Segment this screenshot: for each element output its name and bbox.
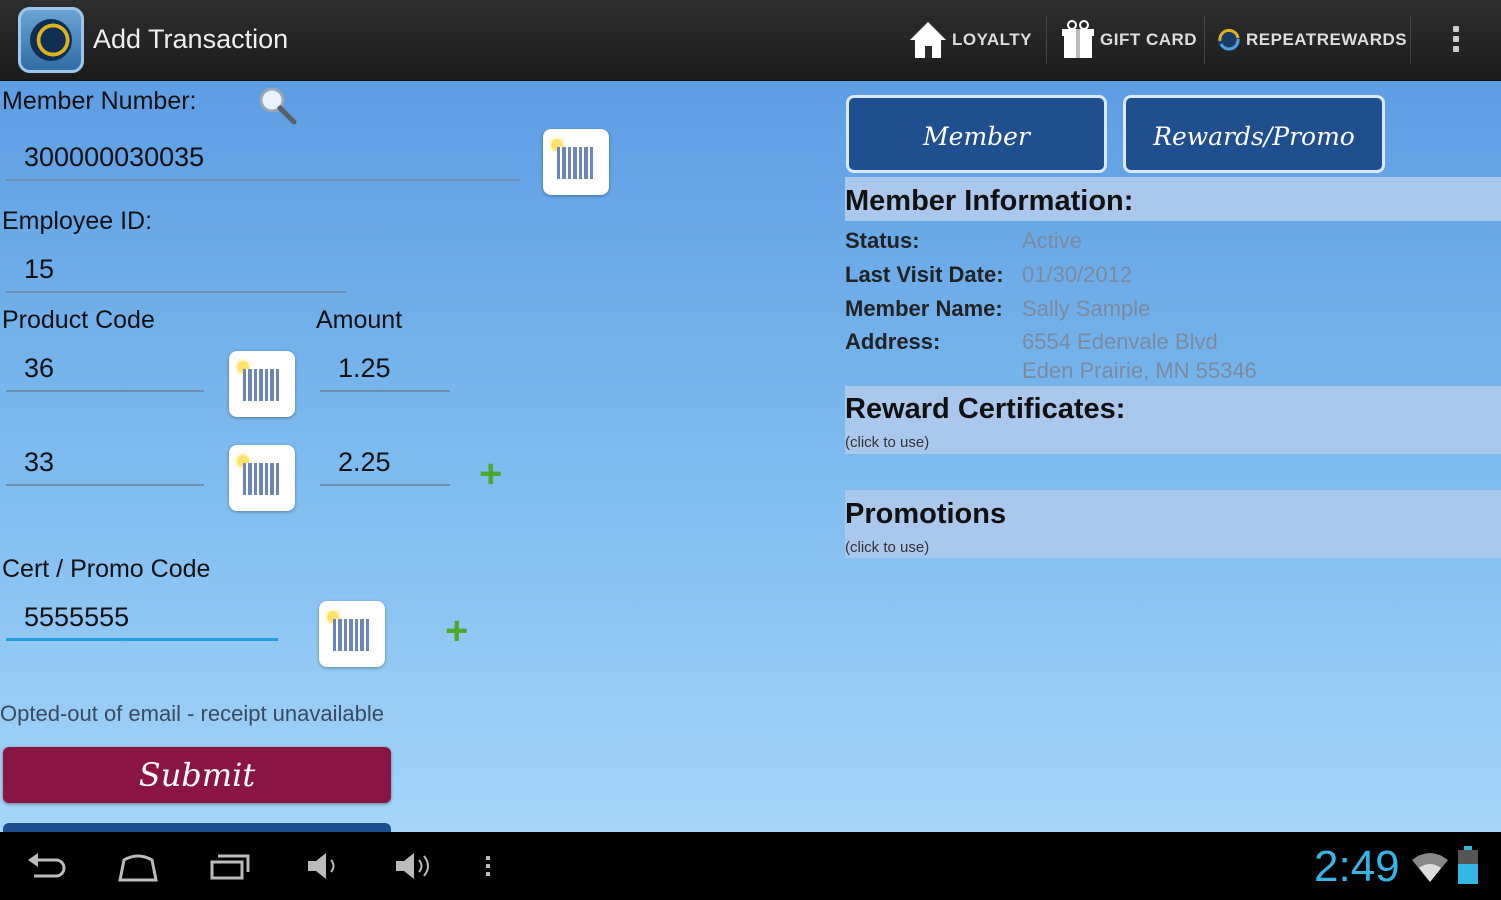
last-visit-value: 01/30/2012 [1022,262,1133,287]
gift-card-label: GIFT CARD [1100,30,1198,49]
home-nav-icon[interactable] [116,846,160,886]
add-product-line-icon[interactable]: + [479,454,502,494]
amount-input-2[interactable]: 2.25 [320,442,450,486]
product-code-label: Product Code [2,306,155,334]
product-code-input-2[interactable]: 33 [6,442,204,486]
tab-member[interactable]: Member [846,95,1107,173]
member-name-label: Member Name: [845,296,1003,321]
system-nav-bar: 2:49 [0,832,1501,900]
recent-apps-icon[interactable] [208,846,252,886]
email-optout-note: Opted-out of email - receipt unavailable [0,701,384,726]
member-name-value: Sally Sample [1022,296,1151,321]
promotions-title: Promotions [845,498,1007,530]
repeatrewards-button[interactable]: REPEATREWARDS [1216,20,1407,60]
amount-label: Amount [316,306,403,334]
wifi-icon [1412,853,1448,882]
product-code-input-1[interactable]: 36 [6,348,204,392]
cert-promo-code-label: Cert / Promo Code [2,555,211,583]
volume-up-icon[interactable] [392,846,436,886]
product-barcode-scan-button-2[interactable] [229,445,295,511]
amount-input-1[interactable]: 1.25 [320,348,450,392]
address-line-1: 6554 Edenvale Blvd [1022,329,1218,354]
overflow-menu-icon[interactable] [1446,22,1466,62]
gift-icon [1062,20,1094,58]
promotions-hint: (click to use) [845,539,930,556]
clock: 2:49 [1314,842,1400,891]
loyalty-button[interactable]: LOYALTY [908,20,1032,60]
cert-barcode-scan-button[interactable] [319,601,385,667]
main-content: Member Number: 300000030035 Employee ID:… [0,81,1501,832]
back-icon[interactable] [24,846,68,886]
member-number-label: Member Number: [2,87,197,115]
status-value: Active [1022,228,1082,253]
gift-card-button[interactable]: GIFT CARD [1060,20,1197,60]
volume-down-icon[interactable] [300,846,344,886]
reward-certificates-hint: (click to use) [845,434,930,451]
secondary-button[interactable] [3,823,391,832]
tab-rewards-promo[interactable]: Rewards/Promo [1123,95,1385,173]
loyalty-label: LOYALTY [952,30,1033,49]
repeatrewards-label: REPEATREWARDS [1246,30,1408,49]
product-barcode-scan-button-1[interactable] [229,351,295,417]
member-barcode-scan-button[interactable] [543,129,609,195]
address-label: Address: [845,329,941,354]
employee-id-label: Employee ID: [2,207,153,235]
search-icon[interactable] [256,85,298,125]
repeatrewards-logo-icon [1218,28,1240,51]
cert-promo-code-input[interactable]: 5555555 [6,597,278,641]
member-number-input[interactable]: 300000030035 [6,137,520,181]
action-bar: Add Transaction LOYALTY GIFT CARD REPEAT… [0,0,1501,82]
barcode-icon [557,147,595,179]
home-icon [910,22,946,58]
submit-button[interactable]: Submit [3,747,391,803]
reward-certificates-title: Reward Certificates: [845,393,1126,425]
battery-icon [1458,846,1478,884]
menu-icon[interactable] [466,846,510,886]
member-info-title: Member Information: [845,185,1134,217]
add-cert-code-icon[interactable]: + [445,611,468,651]
employee-id-input[interactable]: 15 [6,249,346,293]
barcode-icon [243,463,281,495]
app-logo-icon[interactable] [18,7,84,73]
status-label: Status: [845,228,920,253]
last-visit-label: Last Visit Date: [845,262,1004,287]
barcode-icon [243,369,281,401]
address-line-2: Eden Prairie, MN 55346 [1022,358,1257,383]
page-title: Add Transaction [93,24,289,54]
barcode-icon [333,619,371,651]
